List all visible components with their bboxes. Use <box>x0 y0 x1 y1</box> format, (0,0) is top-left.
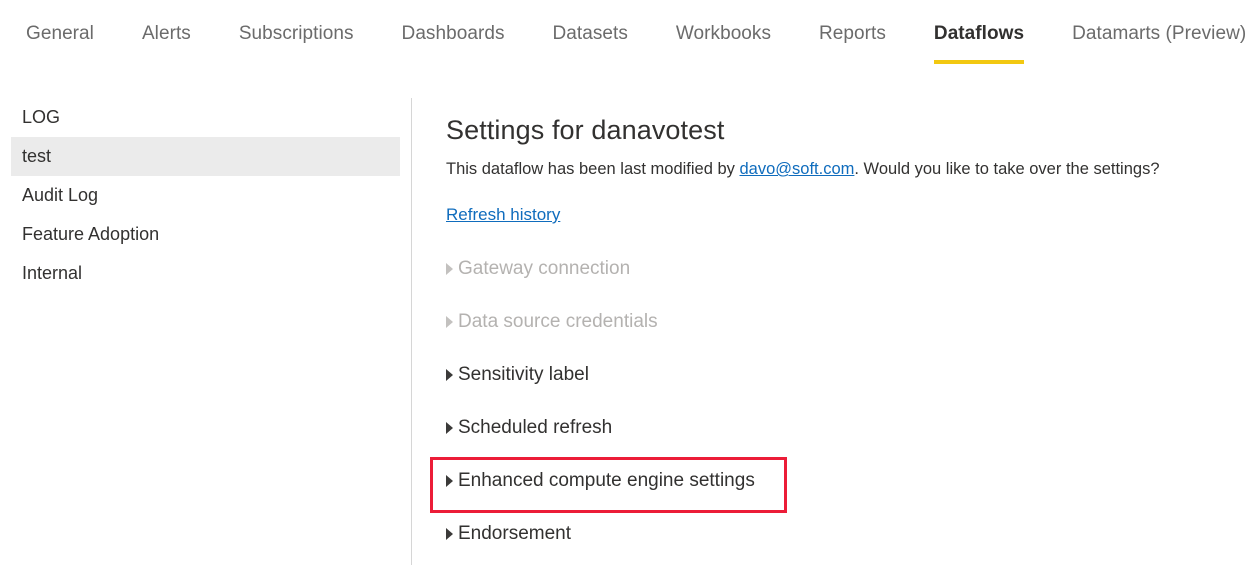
tab-label: Datamarts (Preview) <box>1072 23 1246 44</box>
tab-label: Reports <box>819 23 886 44</box>
section-row: Data source credentials <box>446 311 1236 364</box>
section-row: Sensitivity label <box>446 364 1236 417</box>
tab-label: Alerts <box>142 23 191 44</box>
sidebar-item-audit-log[interactable]: Audit Log <box>11 176 400 215</box>
chevron-right-icon <box>446 422 453 434</box>
tab-subscriptions[interactable]: Subscriptions <box>239 0 354 46</box>
section-data-source-credentials: Data source credentials <box>446 311 658 333</box>
page-title: Settings for danavotest <box>446 112 1236 148</box>
section-row: Enhanced compute engine settings <box>446 470 1236 523</box>
section-label: Data source credentials <box>458 311 658 333</box>
section-row: Gateway connection <box>446 258 1236 311</box>
section-scheduled-refresh[interactable]: Scheduled refresh <box>446 417 612 439</box>
section-label: Gateway connection <box>458 258 630 280</box>
tab-datamarts-preview[interactable]: Datamarts (Preview) <box>1072 0 1246 46</box>
sidebar-item-label: LOG <box>22 107 60 128</box>
active-tab-underline <box>934 60 1024 64</box>
tab-label: Dataflows <box>934 23 1024 44</box>
dataflow-list-sidebar: LOG test Audit Log Feature Adoption Inte… <box>0 98 411 565</box>
section-label: Endorsement <box>458 523 571 545</box>
sidebar-item-label: Feature Adoption <box>22 224 159 245</box>
workspace-tab-bar: General Alerts Subscriptions Dashboards … <box>0 0 1252 68</box>
sidebar-content-divider <box>411 98 412 565</box>
section-label: Enhanced compute engine settings <box>458 470 755 492</box>
section-row: Scheduled refresh <box>446 417 1236 470</box>
tab-label: Dashboards <box>402 23 505 44</box>
tab-label: Subscriptions <box>239 23 354 44</box>
refresh-history-link[interactable]: Refresh history <box>446 204 560 226</box>
tab-dataflows[interactable]: Dataflows <box>934 0 1024 46</box>
section-gateway-connection: Gateway connection <box>446 258 630 280</box>
tab-datasets[interactable]: Datasets <box>553 0 628 46</box>
sidebar-item-label: Audit Log <box>22 185 98 206</box>
sidebar-item-test[interactable]: test <box>11 137 400 176</box>
last-modified-suffix: . Would you like to take over the settin… <box>854 160 1159 178</box>
last-modified-prefix: This dataflow has been last modified by <box>446 160 740 178</box>
tab-label: Workbooks <box>676 23 771 44</box>
settings-sections: Gateway connection Data source credentia… <box>446 258 1236 576</box>
tab-workbooks[interactable]: Workbooks <box>676 0 771 46</box>
sidebar-item-log[interactable]: LOG <box>11 98 400 137</box>
section-label: Sensitivity label <box>458 364 589 386</box>
chevron-right-icon <box>446 316 453 328</box>
chevron-right-icon <box>446 263 453 275</box>
tab-general[interactable]: General <box>26 0 94 46</box>
sidebar-item-internal[interactable]: Internal <box>11 254 400 293</box>
chevron-right-icon <box>446 369 453 381</box>
tab-reports[interactable]: Reports <box>819 0 886 46</box>
sidebar-item-label: Internal <box>22 263 82 284</box>
chevron-right-icon <box>446 475 453 487</box>
section-enhanced-compute-engine-settings[interactable]: Enhanced compute engine settings <box>446 470 755 492</box>
section-endorsement[interactable]: Endorsement <box>446 523 571 545</box>
section-row: Endorsement <box>446 523 1236 576</box>
chevron-right-icon <box>446 528 453 540</box>
tab-dashboards[interactable]: Dashboards <box>402 0 505 46</box>
settings-panel: Settings for danavotest This dataflow ha… <box>446 112 1236 248</box>
last-modified-text: This dataflow has been last modified by … <box>446 158 1236 180</box>
section-label: Scheduled refresh <box>458 417 612 439</box>
tab-label: Datasets <box>553 23 628 44</box>
tab-alerts[interactable]: Alerts <box>142 0 191 46</box>
section-sensitivity-label[interactable]: Sensitivity label <box>446 364 589 386</box>
sidebar-item-feature-adoption[interactable]: Feature Adoption <box>11 215 400 254</box>
sidebar-item-label: test <box>22 146 51 167</box>
tab-label: General <box>26 23 94 44</box>
owner-email-link[interactable]: davo@soft.com <box>740 160 855 178</box>
